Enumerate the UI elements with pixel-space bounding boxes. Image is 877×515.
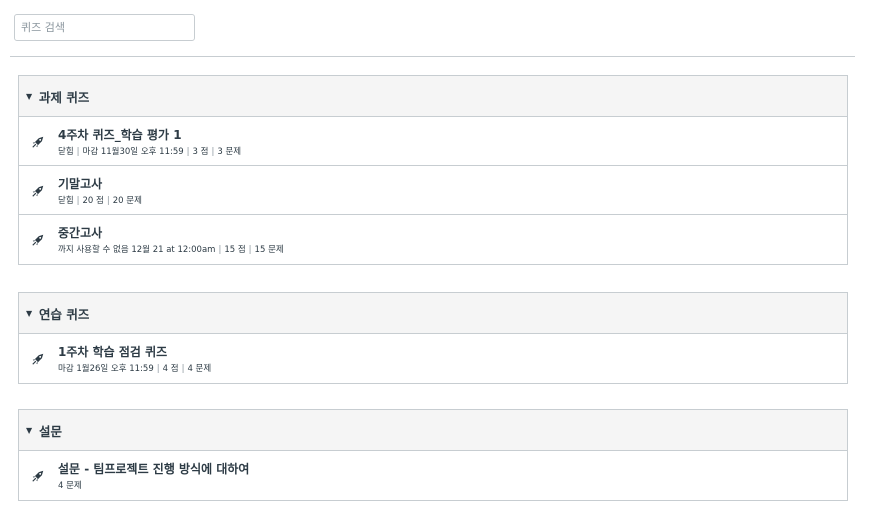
meta-separator: | [76, 196, 80, 206]
quiz-questions: 4 문제 [58, 481, 82, 491]
quiz-points: 4 점 [162, 364, 179, 374]
quiz-availability: 까지 사용할 수 없음 12월 21 at 12:00am [58, 245, 216, 255]
quiz-questions: 15 문제 [254, 245, 284, 255]
meta-separator: | [181, 364, 185, 374]
quiz-item[interactable]: 기말고사 닫힘 | 20 점 | 20 문제 [19, 166, 847, 215]
quiz-meta: 4 문제 [58, 479, 82, 491]
quiz-meta: 마감 1월26일 오후 11:59 | 4 점 | 4 문제 [58, 362, 211, 374]
group-title: 연습 퀴즈 [39, 306, 90, 322]
meta-separator: | [248, 245, 252, 255]
quiz-points: 15 점 [224, 245, 246, 255]
quiz-points: 3 점 [192, 147, 209, 157]
quiz-group-practice: ▼ 연습 퀴즈 1주차 학습 점검 퀴즈 마감 1월26일 오후 11:59 | 4… [18, 292, 848, 384]
quiz-title[interactable]: 중간고사 [58, 224, 102, 241]
quiz-title[interactable]: 1주차 학습 점검 퀴즈 [58, 343, 167, 360]
quizzes-page: ▼ 과제 퀴즈 4주차 퀴즈_학습 평가 1 닫힘|마감 11월30일 오후 1… [0, 0, 877, 515]
search-input[interactable] [14, 14, 195, 41]
caret-down-icon: ▼ [26, 91, 33, 101]
group-title: 설문 [39, 423, 63, 439]
quiz-due: 마감 11월30일 오후 11:59 [82, 147, 184, 157]
quiz-points: 20 점 [82, 196, 104, 206]
quiz-due: 마감 1월26일 오후 11:59 [58, 364, 154, 374]
quiz-questions: 3 문제 [217, 147, 242, 157]
group-header-toggle[interactable]: ▼ 과제 퀴즈 [19, 76, 847, 117]
meta-separator: | [186, 147, 190, 157]
rocket-quiz-icon [32, 185, 44, 197]
rocket-quiz-icon [32, 136, 44, 148]
meta-separator: | [76, 147, 80, 157]
quiz-meta: 까지 사용할 수 없음 12월 21 at 12:00am | 15 점 | 15 문제 [58, 243, 284, 255]
group-header-toggle[interactable]: ▼ 설문 [19, 410, 847, 451]
group-header-toggle[interactable]: ▼ 연습 퀴즈 [19, 293, 847, 334]
quiz-item[interactable]: 설문 - 팀프로젝트 진행 방식에 대하여 4 문제 [19, 451, 847, 500]
quiz-questions: 4 문제 [187, 364, 212, 374]
quiz-meta: 닫힘 | 20 점 | 20 문제 [58, 194, 142, 206]
quiz-item[interactable]: 1주차 학습 점검 퀴즈 마감 1월26일 오후 11:59 | 4 점 | 4 문제 [19, 334, 847, 383]
quiz-group-survey: ▼ 설문 설문 - 팀프로젝트 진행 방식에 대하여 4 문제 [18, 409, 848, 501]
rocket-quiz-icon [32, 470, 44, 482]
group-title: 과제 퀴즈 [39, 89, 90, 105]
quiz-status: 닫힘 [58, 196, 74, 206]
quiz-group-assignment: ▼ 과제 퀴즈 4주차 퀴즈_학습 평가 1 닫힘 | 마감 11월30일 오후 1… [18, 75, 848, 265]
meta-separator: | [156, 364, 160, 374]
rocket-quiz-icon [32, 234, 44, 246]
quiz-status: 닫힘 [58, 147, 74, 157]
quiz-questions: 20 문제 [112, 196, 142, 206]
rocket-quiz-icon [32, 353, 44, 365]
caret-down-icon: ▼ [26, 425, 33, 435]
meta-separator: | [211, 147, 215, 157]
quiz-item[interactable]: 4주차 퀴즈_학습 평가 1 닫힘 | 마감 11월30일 오후 11:59 | 3 점… [19, 117, 847, 166]
divider [10, 56, 855, 57]
quiz-item[interactable]: 중간고사 까지 사용할 수 없음 12월 21 at 12:00am | 15 점 |… [19, 215, 847, 264]
quiz-title[interactable]: 4주차 퀴즈_학습 평가 1 [58, 126, 182, 143]
meta-separator: | [218, 245, 222, 255]
quiz-title[interactable]: 설문 - 팀프로젝트 진행 방식에 대하여 [58, 460, 249, 477]
quiz-title[interactable]: 기말고사 [58, 175, 102, 192]
quiz-meta: 닫힘 | 마감 11월30일 오후 11:59 | 3 점 | 3 문제 [58, 145, 241, 157]
caret-down-icon: ▼ [26, 308, 33, 318]
meta-separator: | [106, 196, 110, 206]
